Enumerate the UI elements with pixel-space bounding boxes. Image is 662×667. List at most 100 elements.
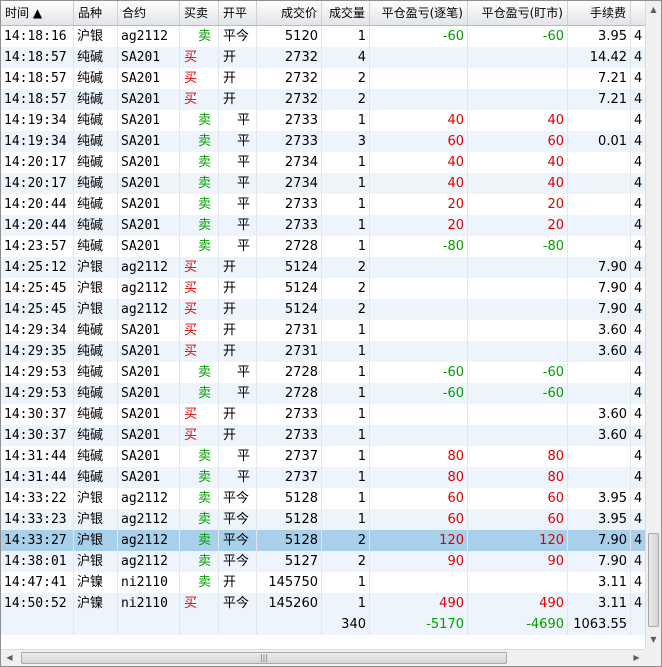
cell-contract: SA201 xyxy=(118,467,180,488)
table-row[interactable]: 14:29:34 纯碱 SA201 买开 2731 1 3.60 4 xyxy=(1,320,646,341)
cell-extra: 4 xyxy=(631,215,646,236)
table-row[interactable]: 14:31:44 纯碱 SA201 卖平 2737 1 80 80 4 xyxy=(1,467,646,488)
table-row[interactable]: 14:33:22 沪银 ag2112 卖平今 5128 1 60 60 3.95 4 xyxy=(1,488,646,509)
table-row[interactable]: 14:23:57 纯碱 SA201 卖平 2728 1 -80 -80 4 xyxy=(1,236,646,257)
table-row[interactable]: 14:20:17 纯碱 SA201 卖平 2734 1 40 40 4 xyxy=(1,152,646,173)
table-row[interactable]: 14:25:45 沪银 ag2112 买开 5124 2 7.90 4 xyxy=(1,299,646,320)
cell-time: 14:18:57 xyxy=(1,68,74,89)
col-header-time[interactable]: 时间 ▲ xyxy=(1,1,74,25)
table-row[interactable]: 14:18:57 纯碱 SA201 买开 2732 2 7.21 4 xyxy=(1,68,646,89)
cell-contract: SA201 xyxy=(118,47,180,68)
cell-fee xyxy=(568,236,631,257)
cell-product: 纯碱 xyxy=(74,341,118,362)
cell-pnl-trade: -80 xyxy=(370,236,468,257)
vertical-scroll-thumb[interactable] xyxy=(648,533,659,627)
cell-fee xyxy=(568,362,631,383)
cell-contract: SA201 xyxy=(118,89,180,110)
cell-qty: 2 xyxy=(322,278,370,299)
cell-extra: 4 xyxy=(631,110,646,131)
cell-pnl-mtm xyxy=(468,404,568,425)
col-header-qty[interactable]: 成交量 xyxy=(322,1,370,25)
table-row[interactable]: 14:29:35 纯碱 SA201 买开 2731 1 3.60 4 xyxy=(1,341,646,362)
cell-price: 2731 xyxy=(257,341,322,362)
col-header-extra[interactable] xyxy=(631,1,646,25)
cell-qty: 1 xyxy=(322,404,370,425)
scroll-left-icon[interactable]: ◀ xyxy=(1,650,18,666)
table-row[interactable]: 14:20:44 纯碱 SA201 卖平 2733 1 20 20 4 xyxy=(1,194,646,215)
table-row[interactable]: 14:20:44 纯碱 SA201 卖平 2733 1 20 20 4 xyxy=(1,215,646,236)
cell-contract: ni2110 xyxy=(118,593,180,614)
cell-action: 平 xyxy=(219,383,257,404)
totals-spacer xyxy=(74,614,118,635)
horizontal-scrollbar[interactable]: ◀ ||| ▶ xyxy=(1,649,646,666)
table-row[interactable]: 14:18:16 沪银 ag2112 卖平今 5120 1 -60 -60 3.95 4 xyxy=(1,26,646,47)
cell-extra: 4 xyxy=(631,404,646,425)
table-row[interactable]: 14:25:12 沪银 ag2112 买开 5124 2 7.90 4 xyxy=(1,257,646,278)
table-row[interactable]: 14:18:57 纯碱 SA201 买开 2732 2 7.21 4 xyxy=(1,89,646,110)
cell-extra: 4 xyxy=(631,194,646,215)
col-header-action[interactable]: 开平 xyxy=(219,1,257,25)
col-header-fee[interactable]: 手续费 xyxy=(568,1,631,25)
cell-pnl-mtm: 40 xyxy=(468,173,568,194)
cell-contract: SA201 xyxy=(118,110,180,131)
cell-side: 买 xyxy=(180,47,219,68)
table-row[interactable]: 14:38:01 沪银 ag2112 卖平今 5127 2 90 90 7.90 4 xyxy=(1,551,646,572)
scroll-right-icon[interactable]: ▶ xyxy=(628,650,645,666)
table-row[interactable]: 14:31:44 纯碱 SA201 卖平 2737 1 80 80 4 xyxy=(1,446,646,467)
total-pnl-mtm: -4690 xyxy=(468,614,568,635)
cell-pnl-mtm xyxy=(468,89,568,110)
col-header-pnl-trade[interactable]: 平仓盈亏(逐笔) xyxy=(370,1,468,25)
col-header-side[interactable]: 买卖 xyxy=(180,1,219,25)
cell-action: 平 xyxy=(219,152,257,173)
horizontal-scroll-thumb[interactable]: ||| xyxy=(21,652,507,664)
cell-time: 14:18:16 xyxy=(1,26,74,47)
cell-price: 5127 xyxy=(257,551,322,572)
table-row[interactable]: 14:20:17 纯碱 SA201 卖平 2734 1 40 40 4 xyxy=(1,173,646,194)
col-header-pnl-mtm[interactable]: 平仓盈亏(盯市) xyxy=(468,1,568,25)
table-row[interactable]: 14:30:37 纯碱 SA201 买开 2733 1 3.60 4 xyxy=(1,425,646,446)
table-row[interactable]: 14:25:45 沪银 ag2112 买开 5124 2 7.90 4 xyxy=(1,278,646,299)
scroll-up-icon[interactable]: ▲ xyxy=(646,1,661,18)
vertical-scrollbar[interactable]: ▲ ▼ xyxy=(645,1,661,649)
table-row[interactable]: 14:29:53 纯碱 SA201 卖平 2728 1 -60 -60 4 xyxy=(1,383,646,404)
cell-price: 2733 xyxy=(257,194,322,215)
table-row[interactable]: 14:50:52 沪镍 ni2110 买平今 145260 1 490 490 3.11 4 xyxy=(1,593,646,614)
cell-time: 14:33:22 xyxy=(1,488,74,509)
table-row[interactable]: 14:18:57 纯碱 SA201 买开 2732 4 14.42 4 xyxy=(1,47,646,68)
cell-qty: 1 xyxy=(322,572,370,593)
cell-pnl-trade: -60 xyxy=(370,383,468,404)
table-row[interactable]: 14:19:34 纯碱 SA201 卖平 2733 3 60 60 0.01 4 xyxy=(1,131,646,152)
cell-product: 纯碱 xyxy=(74,425,118,446)
cell-extra: 4 xyxy=(631,488,646,509)
table-row[interactable]: 14:47:41 沪镍 ni2110 卖开 145750 1 3.11 4 xyxy=(1,572,646,593)
cell-pnl-mtm xyxy=(468,299,568,320)
table-row[interactable]: 14:29:53 纯碱 SA201 卖平 2728 1 -60 -60 4 xyxy=(1,362,646,383)
cell-fee: 7.21 xyxy=(568,89,631,110)
cell-extra: 4 xyxy=(631,446,646,467)
cell-side: 卖 xyxy=(180,488,219,509)
cell-extra: 4 xyxy=(631,572,646,593)
cell-qty: 1 xyxy=(322,215,370,236)
cell-fee: 0.01 xyxy=(568,131,631,152)
col-header-price[interactable]: 成交价 xyxy=(257,1,322,25)
col-header-contract[interactable]: 合约 xyxy=(118,1,180,25)
cell-time: 14:19:34 xyxy=(1,110,74,131)
table-row[interactable]: 14:30:37 纯碱 SA201 买开 2733 1 3.60 4 xyxy=(1,404,646,425)
cell-pnl-trade: 60 xyxy=(370,509,468,530)
cell-pnl-trade: 40 xyxy=(370,110,468,131)
cell-side: 卖 xyxy=(180,131,219,152)
col-header-product[interactable]: 品种 xyxy=(74,1,118,25)
cell-time: 14:30:37 xyxy=(1,425,74,446)
scroll-down-icon[interactable]: ▼ xyxy=(646,631,661,648)
table-row-selected[interactable]: 14:33:27 沪银 ag2112 卖平今 5128 2 120 120 7.90 4 xyxy=(1,530,646,551)
cell-product: 纯碱 xyxy=(74,131,118,152)
cell-pnl-trade xyxy=(370,89,468,110)
cell-contract: ag2112 xyxy=(118,257,180,278)
table-row[interactable]: 14:19:34 纯碱 SA201 卖平 2733 1 40 40 4 xyxy=(1,110,646,131)
cell-action: 平 xyxy=(219,110,257,131)
cell-pnl-trade: 20 xyxy=(370,194,468,215)
cell-pnl-trade xyxy=(370,257,468,278)
cell-extra: 4 xyxy=(631,425,646,446)
cell-action: 平 xyxy=(219,236,257,257)
table-row[interactable]: 14:33:23 沪银 ag2112 卖平今 5128 1 60 60 3.95 4 xyxy=(1,509,646,530)
